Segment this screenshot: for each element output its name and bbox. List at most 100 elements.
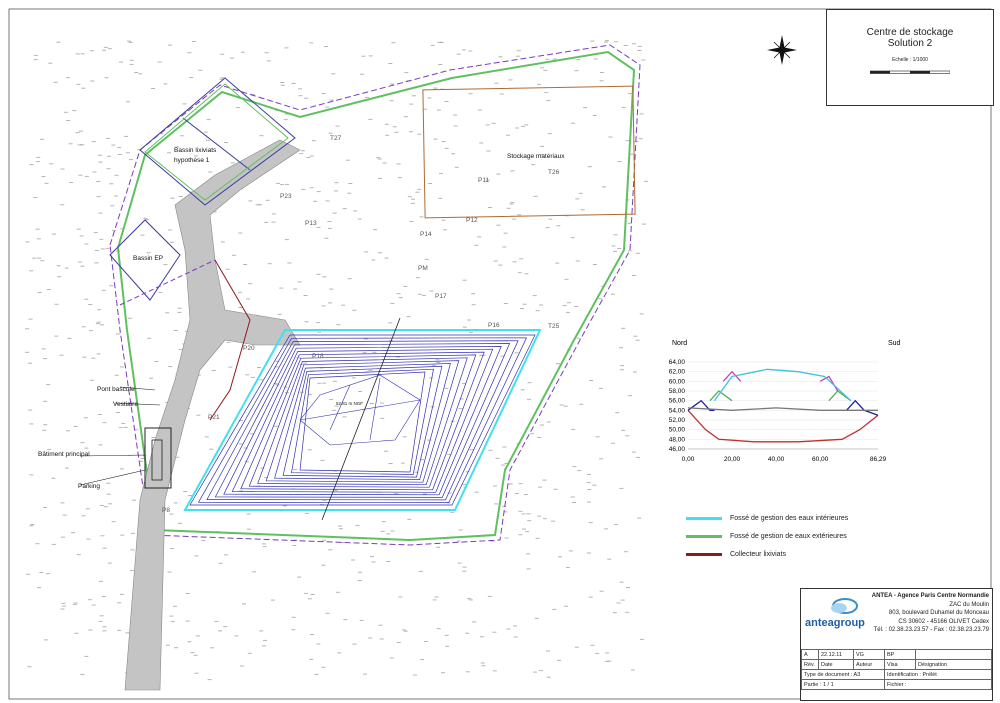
point-label: P17 — [435, 293, 447, 300]
elevation-mark — [614, 41, 618, 43]
elevation-mark — [117, 154, 122, 155]
elevation-mark — [246, 513, 251, 515]
elevation-mark — [102, 547, 107, 549]
elevation-mark — [637, 517, 642, 519]
elevation-mark — [604, 528, 609, 530]
elevation-mark — [210, 647, 215, 649]
elevation-mark — [518, 534, 523, 536]
elevation-mark — [306, 157, 311, 158]
elevation-mark — [314, 673, 319, 675]
point-label: P16 — [488, 322, 500, 329]
title-line1: Centre de stockage — [866, 27, 954, 38]
elevation-mark — [30, 524, 35, 525]
elevation-mark — [178, 196, 183, 197]
elevation-mark — [409, 103, 414, 105]
elevation-mark — [329, 288, 334, 290]
elevation-mark — [335, 125, 340, 127]
elevation-mark — [546, 676, 551, 678]
elevation-mark — [636, 456, 640, 458]
elevation-mark — [502, 246, 507, 248]
elevation-mark — [424, 258, 429, 260]
elevation-mark — [258, 204, 263, 206]
elevation-mark — [78, 174, 83, 176]
elevation-mark — [501, 464, 505, 466]
elevation-mark — [574, 646, 579, 648]
elevation-mark — [589, 380, 594, 381]
elevation-mark — [185, 593, 190, 594]
elevation-mark — [292, 545, 297, 546]
elevation-mark — [357, 218, 362, 220]
elevation-mark — [209, 448, 214, 450]
elevation-mark — [436, 628, 441, 630]
elevation-mark — [245, 374, 250, 376]
elevation-mark — [382, 162, 387, 164]
elevation-mark — [244, 461, 249, 463]
elevation-mark — [377, 158, 382, 160]
elevation-mark — [396, 642, 401, 643]
elevation-mark — [303, 592, 308, 594]
elevation-mark — [78, 261, 83, 263]
elevation-mark — [567, 302, 571, 304]
elevation-mark — [438, 197, 443, 199]
elevation-mark — [491, 122, 496, 124]
elevation-mark — [333, 489, 338, 491]
elevation-mark — [385, 134, 390, 136]
elevation-mark — [621, 107, 626, 109]
elevation-mark — [167, 229, 172, 231]
elevation-mark — [639, 313, 644, 315]
elevation-mark — [555, 262, 560, 264]
elevation-mark — [384, 257, 389, 259]
elevation-mark — [178, 349, 183, 351]
elevation-mark — [193, 654, 198, 656]
elevation-mark — [218, 562, 223, 564]
elevation-mark — [436, 109, 441, 111]
elevation-mark — [201, 540, 206, 541]
elevation-mark — [220, 241, 225, 243]
elevation-mark — [56, 41, 61, 43]
elevation-mark — [496, 173, 501, 175]
elevation-mark — [46, 384, 51, 386]
elevation-mark — [388, 63, 393, 64]
elevation-mark — [565, 567, 570, 568]
elevation-mark — [539, 304, 543, 306]
elevation-mark — [259, 379, 264, 381]
elevation-mark — [415, 277, 420, 279]
elevation-mark — [99, 238, 104, 240]
elevation-mark — [43, 424, 48, 426]
elevation-mark — [165, 312, 170, 314]
elevation-mark — [327, 221, 332, 222]
elevation-mark — [321, 564, 326, 566]
elevation-mark — [621, 327, 626, 329]
elevation-mark — [334, 190, 339, 192]
elevation-mark — [469, 331, 474, 333]
table-row: Partie : 1 / 1 Fichier : — [801, 679, 992, 690]
elevation-mark — [477, 236, 482, 238]
elevation-mark — [515, 55, 520, 57]
elevation-mark — [353, 210, 358, 212]
contour-line — [257, 357, 468, 486]
elevation-mark — [87, 599, 92, 601]
elevation-mark — [553, 488, 558, 490]
elevation-mark — [540, 424, 545, 426]
elevation-mark — [444, 387, 449, 389]
elevation-mark — [285, 183, 289, 185]
elevation-mark — [472, 621, 477, 623]
elevation-mark — [228, 366, 233, 368]
elevation-mark — [454, 166, 459, 168]
elevation-mark — [634, 141, 639, 143]
elevation-mark — [632, 451, 636, 453]
elevation-mark — [390, 530, 395, 532]
elevation-mark — [492, 670, 497, 672]
elevation-mark — [494, 82, 499, 84]
elevation-mark — [599, 458, 603, 460]
elevation-mark — [480, 662, 485, 664]
elevation-mark — [572, 466, 577, 468]
elevation-mark — [81, 87, 86, 89]
elevation-mark — [471, 304, 476, 306]
point-label: P11 — [478, 177, 489, 184]
y-tick-label: 54,00 — [669, 407, 686, 414]
y-tick-label: 56,00 — [669, 398, 686, 405]
elevation-mark — [208, 171, 213, 173]
elevation-mark — [99, 580, 103, 582]
elevation-mark — [527, 382, 532, 384]
